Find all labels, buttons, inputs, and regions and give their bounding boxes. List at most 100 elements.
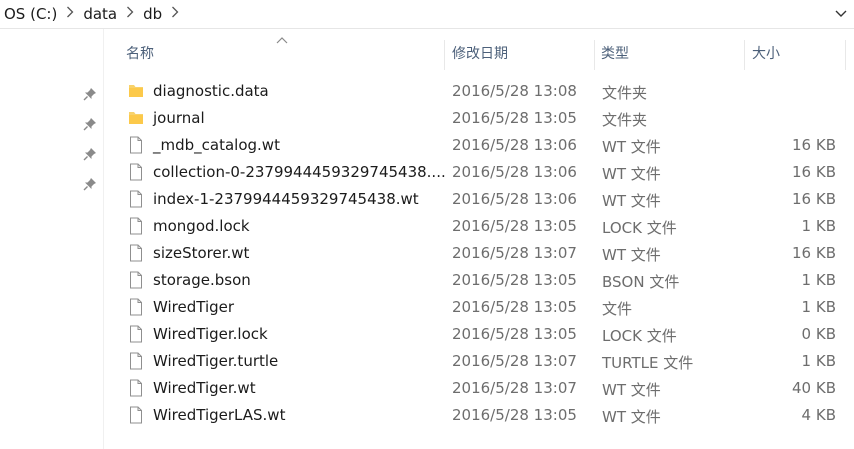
file-row[interactable]: collection-0-2379944459329745438.... 2016… [104, 159, 854, 186]
file-icon [128, 271, 144, 289]
file-name: mongod.lock [153, 217, 250, 235]
file-type: WT 文件 [602, 381, 661, 399]
file-size: 16 KB [792, 190, 836, 208]
file-icon [128, 217, 144, 235]
file-row[interactable]: mongod.lock 2016/5/28 13:05 LOCK 文件 1 KB [104, 213, 854, 240]
file-size: 1 KB [801, 352, 836, 370]
file-type: WT 文件 [602, 192, 661, 210]
file-name: WiredTiger.turtle [153, 352, 279, 370]
pin-icon[interactable] [83, 146, 97, 161]
file-type: 文件 [602, 300, 633, 318]
file-row[interactable]: index-1-2379944459329745438.wt 2016/5/28 … [104, 186, 854, 213]
file-date: 2016/5/28 13:06 [452, 190, 577, 208]
file-size: 40 KB [792, 379, 836, 397]
folder-icon [128, 82, 144, 100]
column-header-row: 名称 修改日期 类型 大小 [104, 36, 854, 72]
column-divider[interactable] [594, 40, 595, 70]
file-icon [128, 406, 144, 424]
file-date: 2016/5/28 13:07 [452, 379, 577, 397]
file-row[interactable]: WiredTiger 2016/5/28 13:05 文件 1 KB [104, 294, 854, 321]
file-name: WiredTiger.wt [153, 379, 256, 397]
file-row[interactable]: sizeStorer.wt 2016/5/28 13:07 WT 文件 16 KB [104, 240, 854, 267]
file-row[interactable]: diagnostic.data 2016/5/28 13:08 文件夹 [104, 78, 854, 105]
pin-icon[interactable] [83, 176, 97, 191]
file-row[interactable]: WiredTiger.turtle 2016/5/28 13:07 TURTLE 文… [104, 348, 854, 375]
breadcrumb-item-data[interactable]: data [79, 5, 121, 23]
file-name: sizeStorer.wt [153, 244, 250, 262]
file-name: WiredTigerLAS.wt [153, 406, 286, 424]
column-header-type[interactable]: 类型 [601, 36, 629, 72]
file-icon [128, 352, 144, 370]
file-date: 2016/5/28 13:08 [452, 82, 577, 100]
column-header-size[interactable]: 大小 [752, 36, 780, 72]
file-date: 2016/5/28 13:05 [452, 271, 577, 289]
breadcrumb-item-db[interactable]: db [139, 5, 166, 23]
file-type: LOCK 文件 [602, 327, 677, 345]
file-icon [128, 190, 144, 208]
column-divider[interactable] [444, 40, 445, 70]
chevron-right-icon[interactable] [61, 6, 79, 22]
file-icon [128, 244, 144, 262]
file-icon [128, 136, 144, 154]
pin-icon[interactable] [83, 86, 97, 101]
file-row[interactable]: _mdb_catalog.wt 2016/5/28 13:06 WT 文件 16 KB [104, 132, 854, 159]
file-size: 16 KB [792, 244, 836, 262]
file-icon [128, 298, 144, 316]
file-size: 1 KB [801, 298, 836, 316]
file-type: WT 文件 [602, 138, 661, 156]
file-icon [128, 163, 144, 181]
file-icon [128, 379, 144, 397]
file-name: index-1-2379944459329745438.wt [153, 190, 419, 208]
address-bar[interactable]: OS (C:) data db [0, 0, 854, 29]
file-size: 0 KB [801, 325, 836, 343]
navigation-pane [0, 29, 104, 449]
file-date: 2016/5/28 13:07 [452, 244, 577, 262]
file-name: journal [153, 109, 205, 127]
file-type: 文件夹 [602, 84, 648, 102]
file-size: 1 KB [801, 271, 836, 289]
file-row[interactable]: WiredTigerLAS.wt 2016/5/28 13:05 WT 文件 4 KB [104, 402, 854, 429]
breadcrumb-item-drive[interactable]: OS (C:) [0, 5, 61, 23]
chevron-right-icon[interactable] [166, 6, 184, 22]
file-date: 2016/5/28 13:05 [452, 325, 577, 343]
file-type: WT 文件 [602, 408, 661, 426]
file-date: 2016/5/28 13:06 [452, 163, 577, 181]
file-date: 2016/5/28 13:05 [452, 298, 577, 316]
file-type: WT 文件 [602, 246, 661, 264]
file-size: 16 KB [792, 163, 836, 181]
file-name: WiredTiger [153, 298, 235, 316]
column-divider[interactable] [744, 40, 745, 70]
pin-icon[interactable] [83, 116, 97, 131]
file-row[interactable]: journal 2016/5/28 13:05 文件夹 [104, 105, 854, 132]
file-row[interactable]: WiredTiger.wt 2016/5/28 13:07 WT 文件 40 KB [104, 375, 854, 402]
column-divider[interactable] [845, 40, 846, 70]
file-size: 4 KB [801, 406, 836, 424]
file-name: collection-0-2379944459329745438.... [153, 163, 446, 181]
folder-icon [128, 109, 144, 127]
file-name: WiredTiger.lock [153, 325, 268, 343]
file-type: 文件夹 [602, 111, 648, 129]
file-size: 16 KB [792, 136, 836, 154]
file-type: TURTLE 文件 [602, 354, 694, 372]
chevron-down-icon[interactable] [834, 6, 848, 20]
file-date: 2016/5/28 13:05 [452, 217, 577, 235]
chevron-right-icon[interactable] [121, 6, 139, 22]
column-header-date[interactable]: 修改日期 [452, 36, 508, 72]
file-type: BSON 文件 [602, 273, 680, 291]
file-row[interactable]: storage.bson 2016/5/28 13:05 BSON 文件 1 KB [104, 267, 854, 294]
file-type: LOCK 文件 [602, 219, 677, 237]
column-header-name[interactable]: 名称 [126, 36, 154, 72]
file-type: WT 文件 [602, 165, 661, 183]
file-name: storage.bson [153, 271, 251, 289]
file-name: diagnostic.data [153, 82, 269, 100]
file-date: 2016/5/28 13:07 [452, 352, 577, 370]
file-date: 2016/5/28 13:06 [452, 136, 577, 154]
file-icon [128, 325, 144, 343]
file-date: 2016/5/28 13:05 [452, 109, 577, 127]
file-row[interactable]: WiredTiger.lock 2016/5/28 13:05 LOCK 文件 0 K… [104, 321, 854, 348]
sort-ascending-icon [276, 32, 288, 44]
file-list: diagnostic.data 2016/5/28 13:08 文件夹 journal… [104, 78, 854, 429]
file-size: 1 KB [801, 217, 836, 235]
file-date: 2016/5/28 13:05 [452, 406, 577, 424]
file-name: _mdb_catalog.wt [153, 136, 280, 154]
